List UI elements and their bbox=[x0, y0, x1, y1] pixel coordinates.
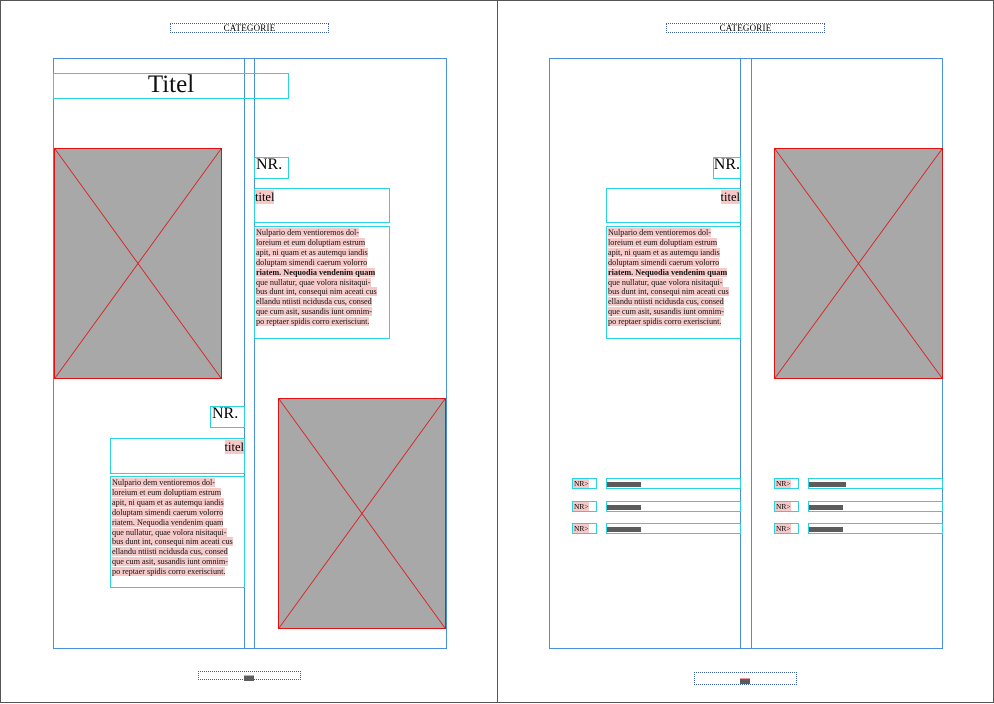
body-line: apit, ni quam et as autemqu iandis bbox=[608, 247, 720, 257]
body-line: loreium et eum doluptiam estrum bbox=[112, 487, 222, 497]
list-row-label-frame[interactable]: NR> bbox=[572, 478, 597, 489]
body-line: Nulpario dem ventioremos dol- bbox=[256, 228, 360, 237]
body-line: po reptaer spidis corro exerisciunt. bbox=[112, 567, 226, 577]
image-placeholder-top-left[interactable] bbox=[54, 148, 222, 379]
list-row-frame[interactable] bbox=[606, 523, 741, 534]
body-line: bus dunt int, consequi nim aceati cus bbox=[608, 287, 729, 297]
list-row-frame[interactable] bbox=[808, 523, 943, 534]
article-2-subtitle-frame[interactable]: titel bbox=[110, 438, 245, 474]
list-row-label-frame[interactable]: NR> bbox=[572, 523, 597, 534]
body-line: riatem. Nequodia vendenim quam bbox=[112, 517, 224, 527]
body-line: Nulpario dem ventioremos dol- bbox=[112, 478, 216, 487]
placeholder-cross-icon bbox=[775, 149, 942, 378]
body-line: Nulpario dem ventioremos dol- bbox=[608, 228, 712, 237]
right-page-number-marker bbox=[740, 678, 750, 684]
article-2-subtitle: titel bbox=[224, 440, 244, 454]
right-page: CATEGORIE NR. titel Nulpario dem ventior… bbox=[497, 0, 994, 703]
body-line: que nullatur, quae volora nisitaqui- bbox=[608, 277, 723, 287]
article-3-subtitle-frame[interactable]: titel bbox=[606, 188, 741, 223]
list-row-bar bbox=[809, 505, 843, 510]
article-3-nr: NR. bbox=[713, 156, 740, 173]
list-row-label: NR> bbox=[573, 524, 589, 533]
body-line: loreium et eum doluptiam estrum bbox=[608, 237, 718, 247]
body-line: bus dunt int, consequi nim aceati cus bbox=[112, 537, 233, 547]
article-2-nr-frame[interactable]: NR. bbox=[210, 405, 245, 428]
body-line: ellandu ntiisti ncidusda cus, consed bbox=[608, 297, 724, 307]
list-row-frame[interactable] bbox=[606, 501, 741, 512]
article-1-subtitle-frame[interactable]: titel bbox=[254, 188, 390, 223]
body-line: po reptaer spidis corro exerisciunt. bbox=[608, 317, 722, 327]
list-row-label-frame[interactable]: NR> bbox=[774, 501, 799, 512]
body-line: apit, ni quam et as autemqu iandis bbox=[112, 497, 224, 507]
list-row-frame[interactable] bbox=[808, 501, 943, 512]
article-3-subtitle: titel bbox=[720, 190, 740, 204]
article-3-body: Nulpario dem ventioremos dol-loreium et … bbox=[607, 227, 740, 327]
article-1-nr-frame[interactable]: NR. bbox=[254, 156, 289, 179]
body-line: que nullatur, quae volora nisitaqui- bbox=[112, 527, 227, 537]
article-1-body: Nulpario dem ventioremos dol-loreium et … bbox=[255, 227, 389, 327]
article-1-nr: NR. bbox=[256, 156, 283, 173]
left-page-header[interactable]: CATEGORIE bbox=[170, 23, 329, 33]
article-3-nr-frame[interactable]: NR. bbox=[713, 156, 741, 179]
list-row-bar bbox=[607, 482, 641, 487]
list-row-frame[interactable] bbox=[606, 478, 741, 489]
article-3-body-frame[interactable]: Nulpario dem ventioremos dol-loreium et … bbox=[606, 226, 741, 339]
body-line: po reptaer spidis corro exerisciunt. bbox=[256, 317, 370, 327]
article-1-subtitle: titel bbox=[255, 190, 275, 204]
body-line: que cum asit, susandis iunt omnim- bbox=[256, 307, 372, 317]
list-row-label-frame[interactable]: NR> bbox=[572, 501, 597, 512]
right-page-header[interactable]: CATEGORIE bbox=[666, 23, 825, 33]
right-page-column-gutter bbox=[740, 58, 752, 649]
left-page-column-gutter bbox=[244, 58, 255, 649]
list-row-frame[interactable] bbox=[808, 478, 943, 489]
list-row-bar bbox=[809, 527, 843, 532]
article-1-body-frame[interactable]: Nulpario dem ventioremos dol-loreium et … bbox=[254, 226, 390, 339]
body-line: ellandu ntiisti ncidusda cus, consed bbox=[112, 547, 228, 557]
article-2-body: Nulpario dem ventioremos dol-loreium et … bbox=[111, 477, 244, 577]
list-row-bar bbox=[809, 482, 846, 487]
article-2-nr: NR. bbox=[212, 405, 239, 422]
list-row-label: NR> bbox=[775, 524, 791, 533]
list-row-label: NR> bbox=[573, 502, 589, 511]
body-line: doluptam simendi caerum volorro bbox=[608, 257, 720, 267]
body-line: riatem. Nequodia vendenim quam bbox=[608, 267, 728, 277]
left-page: CATEGORIE Titel NR. titel Nulpario dem v… bbox=[0, 0, 498, 703]
image-placeholder-top-right[interactable] bbox=[774, 148, 943, 379]
body-line: doluptam simendi caerum volorro bbox=[112, 507, 224, 517]
list-row-label: NR> bbox=[775, 479, 791, 488]
list-row-bar bbox=[607, 505, 641, 510]
page-title: Titel bbox=[147, 71, 195, 98]
body-line: doluptam simendi caerum volorro bbox=[256, 257, 368, 267]
title-frame[interactable]: Titel bbox=[53, 71, 289, 99]
body-line: que nullatur, quae volora nisitaqui- bbox=[256, 277, 371, 287]
body-line: que cum asit, susandis iunt omnim- bbox=[112, 557, 228, 567]
list-row-label: NR> bbox=[775, 502, 791, 511]
list-row-bar bbox=[607, 527, 641, 532]
body-line: ellandu ntiisti ncidusda cus, consed bbox=[256, 297, 372, 307]
image-placeholder-bottom-right[interactable] bbox=[278, 398, 446, 629]
placeholder-cross-icon bbox=[279, 399, 445, 628]
article-2-body-frame[interactable]: Nulpario dem ventioremos dol-loreium et … bbox=[110, 476, 245, 588]
body-line: bus dunt int, consequi nim aceati cus bbox=[256, 287, 377, 297]
left-page-number-marker bbox=[244, 675, 254, 681]
list-row-label-frame[interactable]: NR> bbox=[774, 478, 799, 489]
body-line: que cum asit, susandis iunt omnim- bbox=[608, 307, 724, 317]
body-line: loreium et eum doluptiam estrum bbox=[256, 237, 366, 247]
body-line: apit, ni quam et as autemqu iandis bbox=[256, 247, 368, 257]
list-row-label-frame[interactable]: NR> bbox=[774, 523, 799, 534]
body-line: riatem. Nequodia vendenim quam bbox=[256, 267, 376, 277]
list-row-label: NR> bbox=[573, 479, 589, 488]
placeholder-cross-icon bbox=[55, 149, 221, 378]
